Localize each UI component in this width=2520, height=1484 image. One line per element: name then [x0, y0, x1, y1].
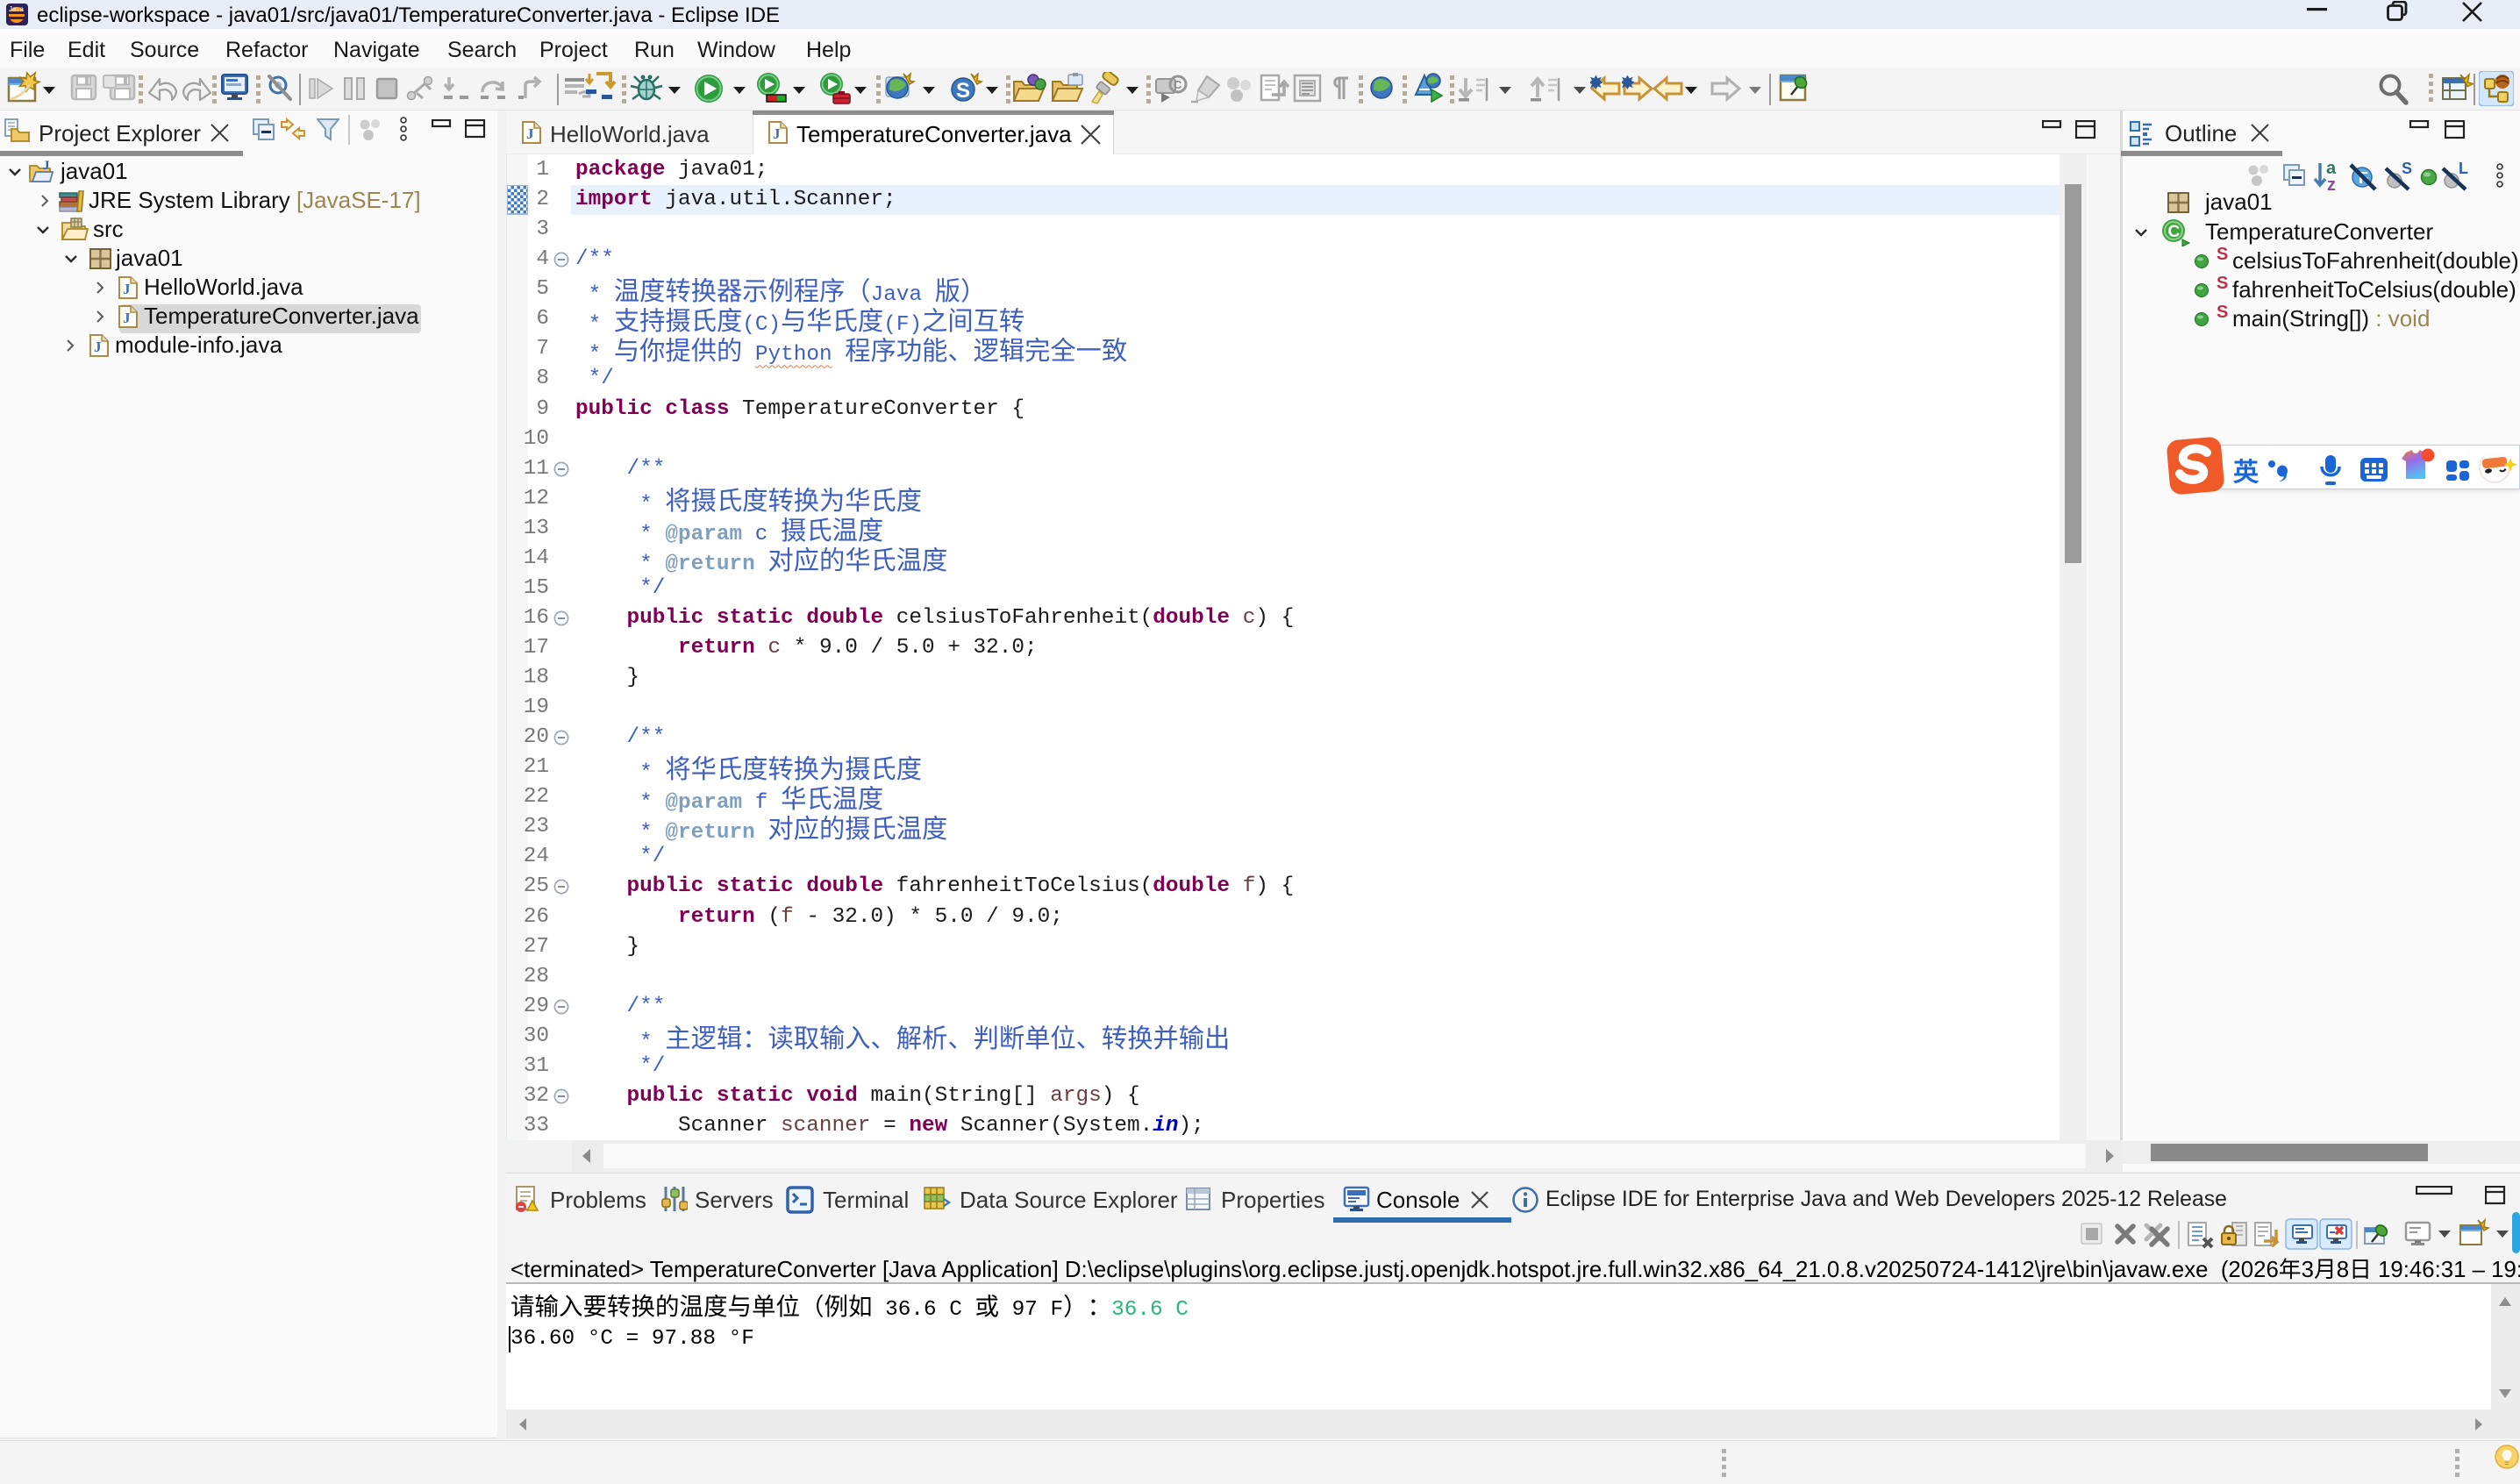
- svg-text:J: J: [43, 159, 50, 173]
- svg-text:Java: Java: [9, 5, 24, 13]
- svg-text:S: S: [2402, 161, 2412, 177]
- svg-text:J: J: [526, 125, 534, 142]
- svg-text:C: C: [2168, 223, 2181, 241]
- svg-text:L: L: [2459, 161, 2468, 177]
- svg-text:z: z: [2327, 175, 2336, 193]
- svg-text:J: J: [773, 125, 781, 142]
- svg-text:J: J: [94, 339, 102, 355]
- svg-text:J: J: [123, 281, 131, 297]
- svg-text:S: S: [956, 79, 970, 103]
- svg-text:J: J: [123, 310, 131, 326]
- svg-text:C: C: [1174, 78, 1182, 91]
